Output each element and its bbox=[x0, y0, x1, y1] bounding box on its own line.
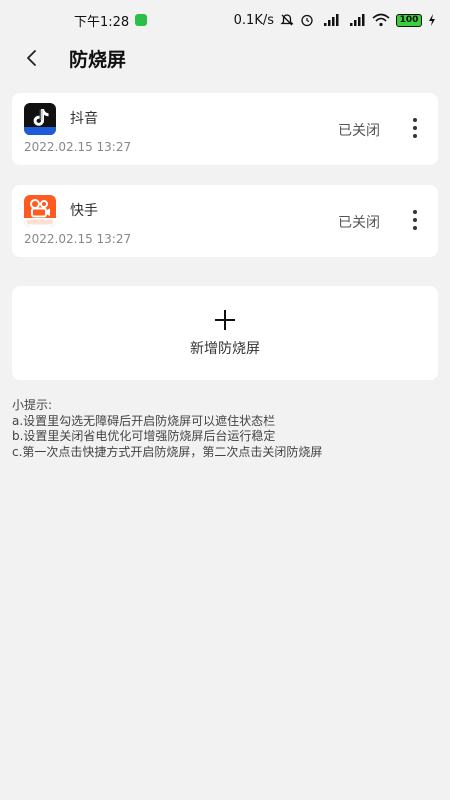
app-date: 2022.02.15 13:27 bbox=[24, 232, 132, 246]
more-options-button[interactable] bbox=[402, 113, 428, 143]
header: 防烧屏 bbox=[0, 40, 450, 76]
signal-hd-icon bbox=[324, 14, 339, 26]
app-status: 已关闭 bbox=[338, 215, 380, 231]
app-name: 抖音 bbox=[70, 111, 98, 127]
add-label: 新增防烧屏 bbox=[190, 341, 260, 357]
wifi-icon bbox=[372, 13, 390, 27]
tips-title: 小提示: bbox=[12, 398, 53, 412]
status-bar: 下午1:28 0.1K/s 100 bbox=[0, 0, 450, 40]
tip-line: b.设置里关闭省电优化可增强防烧屏后台运行稳定 bbox=[12, 429, 276, 443]
chevron-left-icon bbox=[27, 50, 36, 66]
network-speed: 0.1K/s bbox=[233, 12, 274, 28]
page-title: 防烧屏 bbox=[69, 48, 127, 71]
status-time: 下午1:28 bbox=[74, 14, 130, 30]
tip-line: a.设置里勾选无障碍后开启防烧屏可以遮住状态栏 bbox=[12, 413, 276, 428]
tip-line: c.第一次点击快捷方式开启防烧屏，第二次点击关闭防烧屏 bbox=[12, 444, 323, 459]
app-card-kuaishou[interactable]: 快手 2022.02.15 13:27 已关闭 bbox=[12, 185, 438, 257]
kuaishou-icon bbox=[24, 195, 56, 227]
app-name: 快手 bbox=[70, 203, 98, 219]
wechat-notification-icon bbox=[135, 14, 148, 26]
battery-icon: 100 bbox=[396, 13, 422, 27]
more-options-button[interactable] bbox=[402, 205, 428, 235]
alarm-icon bbox=[301, 14, 313, 27]
more-vertical-icon bbox=[413, 118, 417, 138]
more-vertical-icon bbox=[413, 210, 417, 230]
app-card-douyin[interactable]: 抖音 2022.02.15 13:27 已关闭 bbox=[12, 93, 438, 165]
app-date: 2022.02.15 13:27 bbox=[24, 140, 132, 154]
douyin-icon bbox=[24, 103, 56, 135]
charging-icon bbox=[429, 14, 435, 26]
signal-hd-2-icon bbox=[350, 14, 365, 26]
mute-bell-icon bbox=[280, 14, 294, 26]
app-status: 已关闭 bbox=[338, 123, 380, 139]
add-screen-protect-button[interactable]: 新增防烧屏 bbox=[12, 286, 438, 380]
back-button[interactable] bbox=[12, 40, 52, 76]
plus-icon bbox=[215, 310, 235, 330]
tips-section: 小提示: a.设置里勾选无障碍后开启防烧屏可以遮住状态栏 b.设置里关闭省电优化… bbox=[12, 398, 438, 460]
